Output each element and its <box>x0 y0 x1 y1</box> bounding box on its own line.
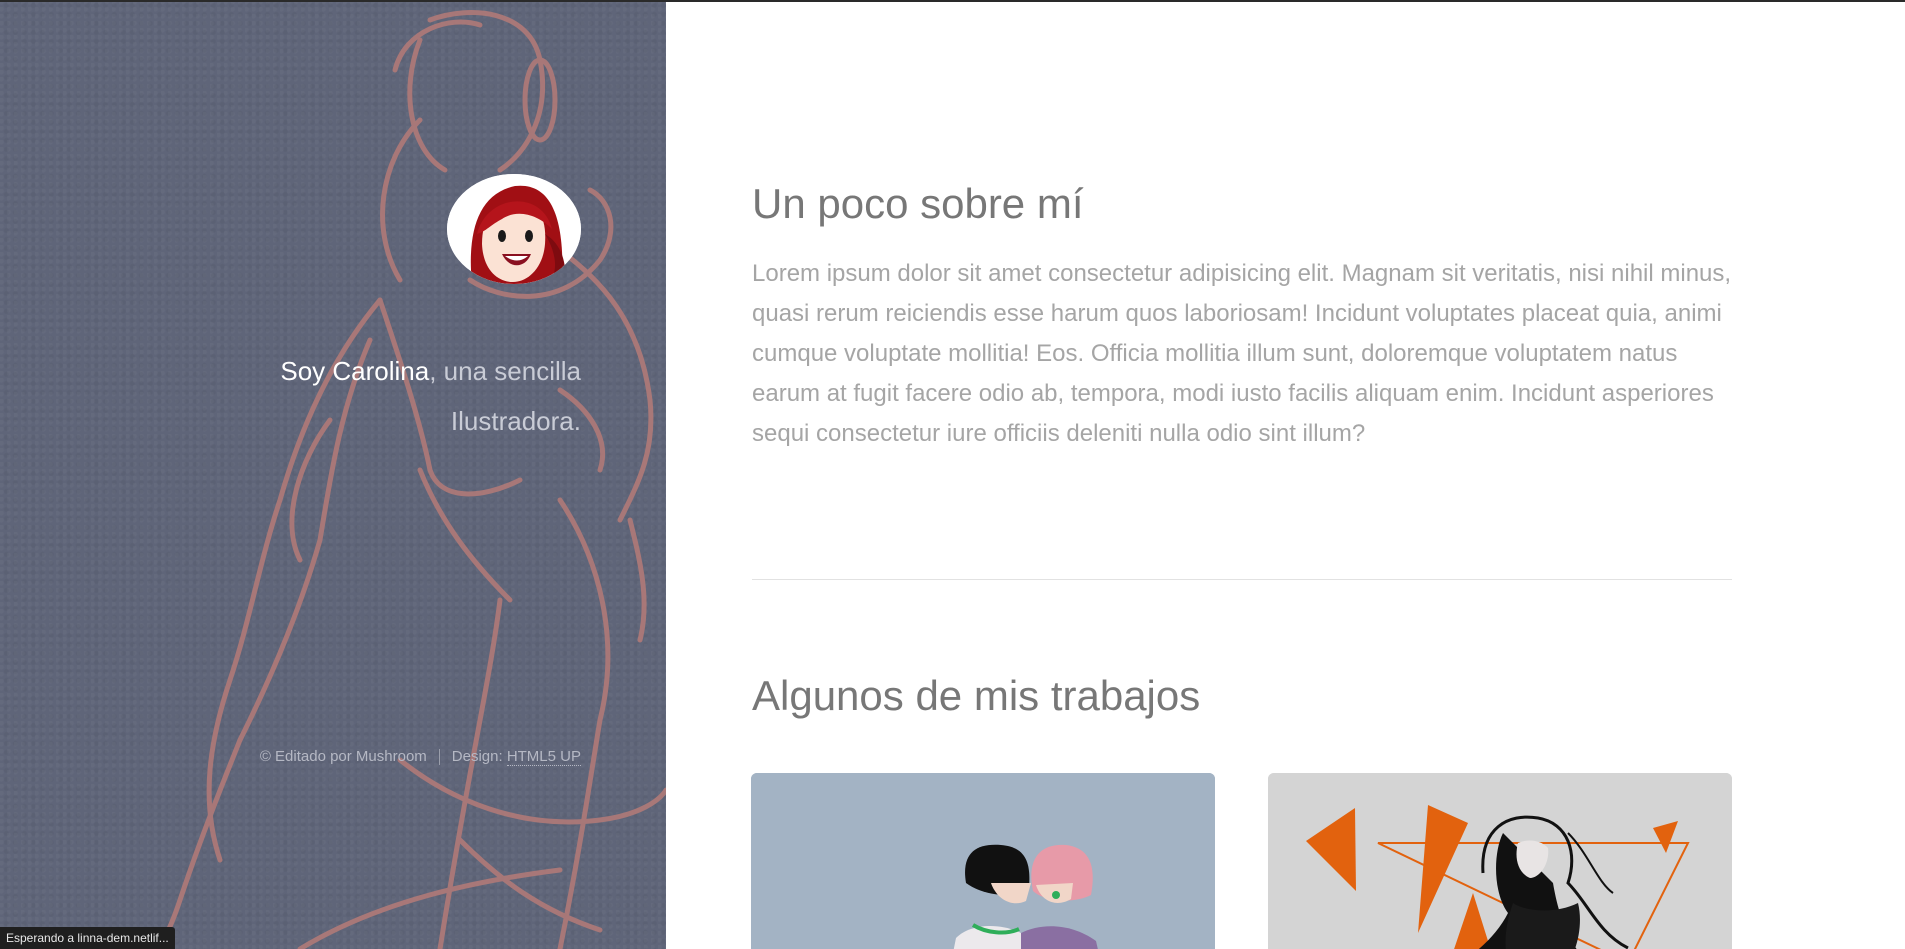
avatar <box>447 174 581 284</box>
window-top-border <box>0 0 1905 2</box>
about-heading: Un poco sobre mí <box>752 180 1084 227</box>
figure-sketch-background <box>152 10 666 949</box>
work-card-1[interactable] <box>751 773 1215 949</box>
sidebar-footer: © Editado por Mushroom Design: HTML5 UP <box>259 748 581 766</box>
work-thumbnail-couple <box>751 773 1215 949</box>
intro-text: Soy Carolina, una sencilla Ilustradora. <box>161 346 581 446</box>
footer-design-label: Design: <box>451 748 503 765</box>
avatar-illustration <box>447 174 581 284</box>
footer-credit: © Editado por Mushroom <box>259 748 427 765</box>
sidebar-header: Soy Carolina, una sencilla Ilustradora. … <box>0 0 666 949</box>
footer-separator <box>438 749 440 766</box>
work-card-2[interactable] <box>1268 773 1732 949</box>
intro-tagline: , una sencilla Ilustradora. <box>429 356 581 436</box>
section-divider <box>752 579 1732 580</box>
browser-status-bar: Esperando a linna-dem.netlif... <box>0 927 175 949</box>
work-thumbnail-triangles <box>1268 773 1732 949</box>
about-paragraph: Lorem ipsum dolor sit amet consectetur a… <box>752 260 1732 447</box>
footer-design-link[interactable]: HTML5 UP <box>506 748 581 766</box>
main-content: Un poco sobre mí Lorem ipsum dolor sit a… <box>666 0 1905 949</box>
intro-name: Soy Carolina <box>280 356 430 386</box>
works-heading: Algunos de mis trabajos <box>752 672 1201 719</box>
